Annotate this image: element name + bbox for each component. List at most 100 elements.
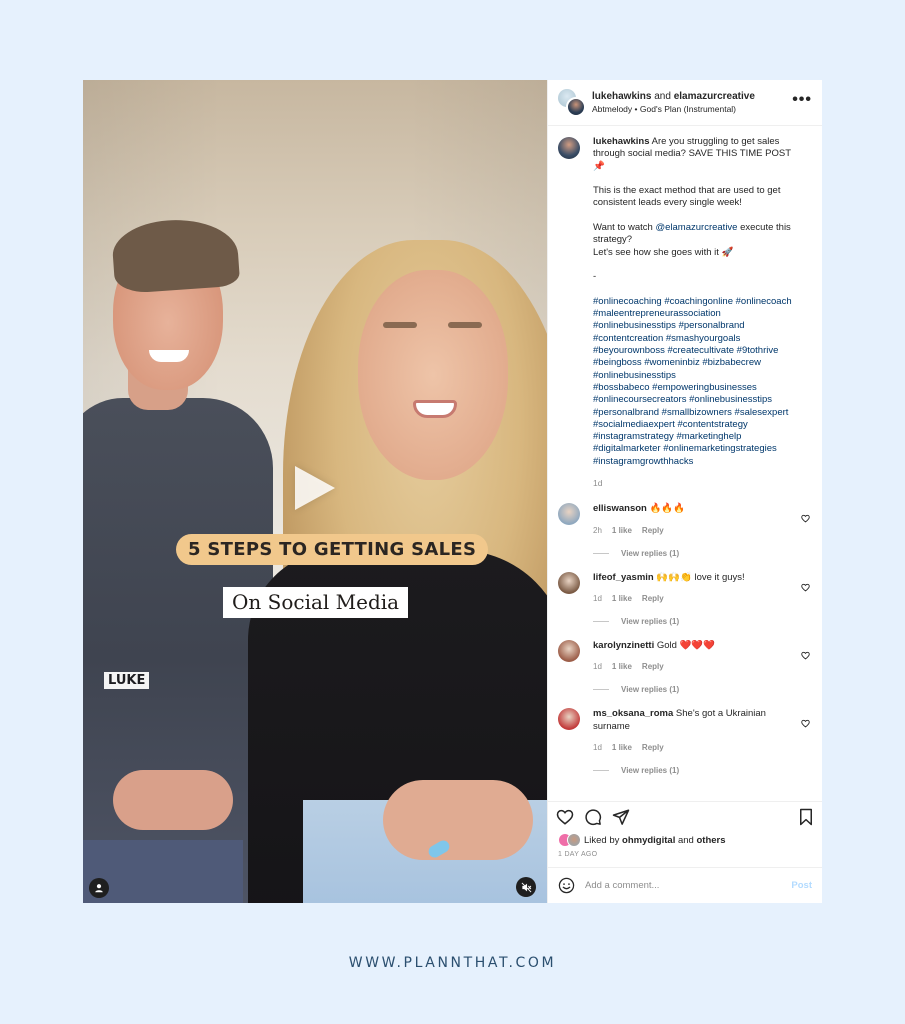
author-joiner: and (654, 90, 671, 102)
hashtag-link[interactable]: #contentcreation (593, 333, 663, 344)
comment-time[interactable]: 2h (593, 526, 602, 535)
post-timestamp[interactable]: 1 DAY AGO (548, 847, 822, 867)
heart-icon (801, 720, 810, 728)
hashtag-link[interactable]: #personalbrand (593, 407, 659, 418)
hashtag-link[interactable]: #coachingonline (664, 296, 733, 307)
footer-url[interactable]: WWW.PLANNTHAT.COM (0, 955, 905, 971)
audio-info[interactable]: Abtmelody • God's Plan (Instrumental) (592, 103, 792, 116)
comment-like-button[interactable] (801, 510, 810, 528)
hashtag-link[interactable]: #createcultivate (667, 345, 734, 356)
comment-time[interactable]: 1d (593, 594, 602, 603)
share-button[interactable] (612, 808, 630, 826)
comment-reply-button[interactable]: Reply (642, 743, 664, 752)
comment-reply-button[interactable]: Reply (642, 526, 664, 535)
muted-speaker-icon (521, 882, 531, 892)
post-comment-button[interactable]: Post (791, 880, 812, 891)
comment-time[interactable]: 1d (593, 743, 602, 752)
liked-by-middle: and (677, 834, 694, 846)
comment-like-count[interactable]: 1 like (612, 526, 632, 535)
hashtag-link[interactable]: #digitalmarketer (593, 443, 661, 454)
hashtag-link[interactable]: #marketinghelp (676, 431, 741, 442)
comment-like-count[interactable]: 1 like (612, 743, 632, 752)
liked-by-user-link[interactable]: ohmydigital (622, 835, 675, 846)
hashtag-link[interactable]: #personalbrand (679, 320, 745, 331)
view-replies-button[interactable]: View replies (1) (593, 685, 812, 694)
avatar[interactable] (558, 708, 580, 731)
comment-like-button[interactable] (801, 715, 810, 733)
hashtag-link[interactable]: #instagramstrategy (593, 431, 674, 442)
divider (593, 689, 609, 691)
hashtag-link[interactable]: #salesexpert (735, 407, 789, 418)
comment-username[interactable]: lifeof_yasmin (593, 572, 654, 583)
comment-like-count[interactable]: 1 like (612, 662, 632, 671)
comment-text: karolynzinetti Gold ❤️❤️❤️ (593, 640, 792, 652)
comment-reply-button[interactable]: Reply (642, 662, 664, 671)
comment-like-button[interactable] (801, 579, 810, 597)
comment-body: lifeof_yasmin 🙌🙌👏 love it guys! 1d 1 like R… (593, 572, 812, 603)
hashtag-link[interactable]: #womeninbiz (644, 357, 699, 368)
liked-by-others-link[interactable]: others (696, 835, 725, 846)
video-player[interactable]: 5 STEPS TO GETTING SALES On Social Media… (83, 80, 547, 903)
avatar[interactable] (558, 571, 580, 594)
hashtag-link[interactable]: #onlinemarketingstrategies (663, 443, 777, 454)
comment-username[interactable]: ms_oksana_roma (593, 708, 673, 719)
hashtag-link[interactable]: #onlinecoach (736, 296, 792, 307)
mute-button[interactable] (516, 877, 536, 897)
avatar[interactable] (558, 639, 580, 662)
liked-by-avatars[interactable] (558, 833, 582, 847)
hashtag-link[interactable]: #onlinebusinesstips (689, 394, 772, 405)
comment-time[interactable]: 1d (593, 662, 602, 671)
caption-username[interactable]: lukehawkins (593, 136, 650, 147)
heart-icon (801, 515, 810, 523)
action-bar (548, 801, 822, 831)
avatar[interactable] (566, 96, 586, 117)
comment-input[interactable] (585, 880, 792, 891)
comment-item: karolynzinetti Gold ❤️❤️❤️ 1d 1 like Reply (558, 639, 812, 671)
view-replies-button[interactable]: View replies (1) (593, 549, 812, 558)
hashtag-link[interactable]: #onlinecoaching (593, 296, 662, 307)
avatar[interactable] (558, 503, 580, 526)
comment-username[interactable]: karolynzinetti (593, 640, 654, 651)
comment-reply-button[interactable]: Reply (642, 594, 664, 603)
audio-track[interactable]: God's Plan (Instrumental) (640, 104, 736, 114)
author-link[interactable]: lukehawkins (592, 91, 651, 102)
hashtag-link[interactable]: #empoweringbusinesses (652, 382, 757, 393)
hashtag-link[interactable]: #onlinecoursecreators (593, 394, 686, 405)
hashtag-link[interactable]: #contentstrategy (678, 419, 748, 430)
hashtag-link[interactable]: #smashyourgoals (666, 333, 740, 344)
hashtag-link[interactable]: #bizbabecrew (702, 357, 761, 368)
hashtag-link[interactable]: #beingboss (593, 357, 642, 368)
audio-artist[interactable]: Abtmelody (592, 104, 632, 114)
avatar[interactable] (558, 137, 580, 159)
user-tag-button[interactable] (89, 878, 109, 898)
post-caption: lukehawkins Are you struggling to get sa… (558, 136, 812, 489)
hashtag-link[interactable]: #smallbizowners (662, 407, 732, 418)
save-button[interactable] (798, 808, 814, 826)
hashtag-link[interactable]: #9tothrive (737, 345, 779, 356)
emoji-button[interactable] (558, 877, 575, 894)
hashtag-link[interactable]: #maleentrepreneurassociation (593, 308, 721, 319)
comment-button[interactable] (584, 808, 602, 826)
comments-scroll-area[interactable]: lukehawkins Are you struggling to get sa… (548, 126, 822, 801)
comment-like-count[interactable]: 1 like (612, 594, 632, 603)
like-button[interactable] (556, 808, 574, 826)
hashtag-link[interactable]: #beyourownboss (593, 345, 665, 356)
video-person-woman-brow (383, 322, 417, 328)
comment-username[interactable]: elliswanson (593, 503, 647, 514)
video-person-woman-hand (383, 780, 533, 860)
view-replies-button[interactable]: View replies (1) (593, 617, 812, 626)
mention-link[interactable]: @elamazurcreative (655, 222, 737, 233)
hashtag-link[interactable]: #socialmediaexpert (593, 419, 675, 430)
view-replies-button[interactable]: View replies (1) (593, 766, 812, 775)
author-link[interactable]: elamazurcreative (674, 91, 755, 102)
comment-like-button[interactable] (801, 647, 810, 665)
hashtag-link[interactable]: #bossbabeco (593, 382, 650, 393)
hashtag-link[interactable]: #onlinebusinesstips (593, 370, 676, 381)
hashtag-link[interactable]: #instagramgrowthhacks (593, 456, 693, 467)
post-authors: lukehawkins and elamazurcreative (592, 90, 792, 103)
collab-avatars[interactable] (558, 88, 586, 117)
avatar[interactable] (567, 833, 581, 847)
play-icon[interactable] (295, 466, 335, 510)
hashtag-link[interactable]: #onlinebusinesstips (593, 320, 676, 331)
more-options-icon[interactable]: ••• (792, 91, 812, 111)
